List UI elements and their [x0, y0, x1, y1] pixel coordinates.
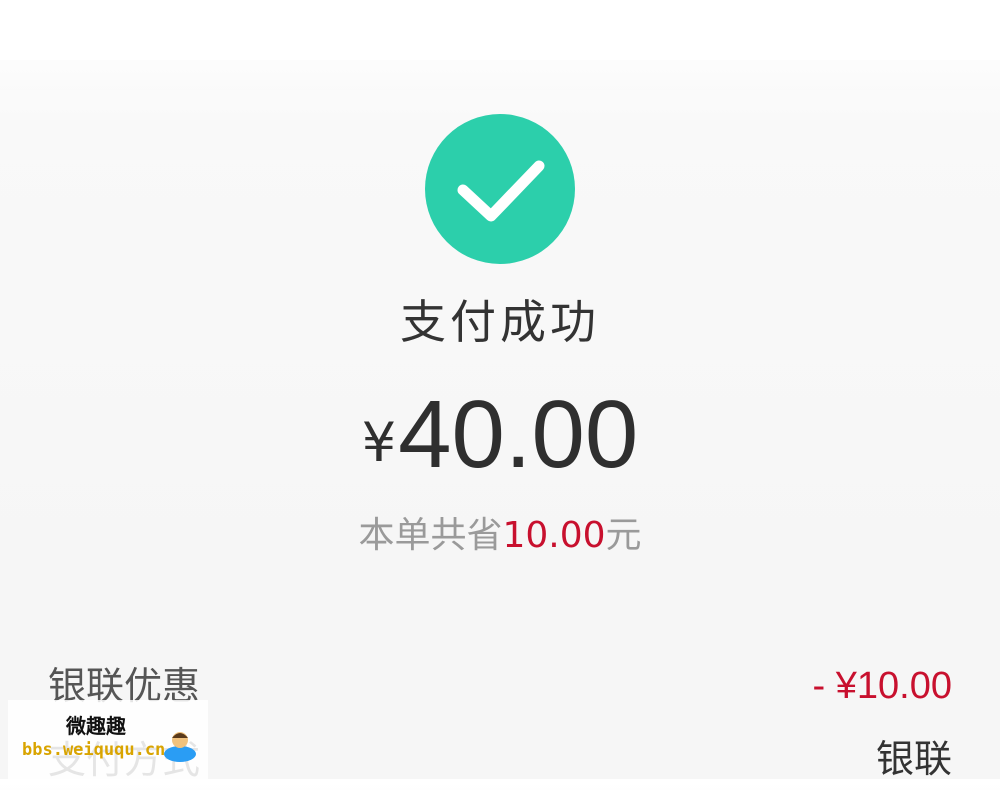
watermark-title: 微趣趣 [66, 714, 126, 738]
top-bar [0, 0, 1000, 60]
savings-prefix: 本单共省 [358, 515, 503, 556]
savings-summary: 本单共省10.00元 [0, 510, 1000, 562]
success-badge [425, 114, 575, 264]
mascot-icon [164, 732, 196, 762]
amount-value: 40.00 [398, 381, 639, 488]
watermark-site: bbs.weiququ.cn [22, 740, 166, 760]
payment-status-title: 支付成功 [400, 295, 600, 349]
detail-value: - ¥10.00 [812, 665, 952, 707]
watermark: 微趣趣 bbs.weiququ.cn [8, 700, 208, 779]
payment-amount: ¥40.00 [0, 380, 1000, 517]
savings-amount: 10.00 [502, 515, 606, 556]
detail-value: 银联 [875, 739, 952, 781]
savings-suffix: 元 [605, 515, 642, 556]
currency-symbol: ¥ [361, 411, 397, 474]
checkmark-icon [457, 160, 545, 222]
